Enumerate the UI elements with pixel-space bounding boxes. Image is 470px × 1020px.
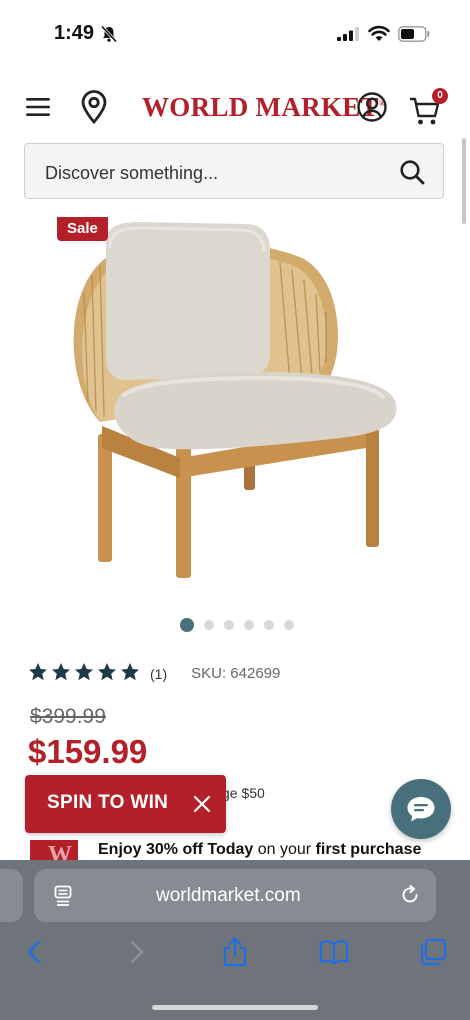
reload-icon[interactable] bbox=[400, 885, 420, 905]
carousel-dot[interactable] bbox=[244, 620, 254, 630]
carousel-dot[interactable] bbox=[224, 620, 234, 630]
carousel-dot[interactable] bbox=[284, 620, 294, 630]
page-scrollbar[interactable] bbox=[462, 138, 466, 224]
status-time: 1:49 bbox=[54, 22, 95, 44]
battery-icon bbox=[398, 26, 430, 42]
page-menu-icon[interactable] bbox=[54, 885, 72, 907]
location-pin-icon[interactable] bbox=[80, 90, 108, 124]
star-icon bbox=[121, 663, 139, 681]
sku-text: SKU: 642699 bbox=[191, 664, 281, 682]
brand-name: WORLD MARKET bbox=[142, 92, 379, 122]
star-icon bbox=[52, 663, 70, 681]
search-bar bbox=[24, 143, 444, 199]
rating-stars[interactable] bbox=[28, 662, 140, 682]
menu-icon[interactable] bbox=[24, 94, 52, 120]
close-icon[interactable] bbox=[192, 794, 212, 814]
promo-banner[interactable]: Enjoy 30% off Today on your first purcha… bbox=[98, 841, 421, 859]
url-text: worldmarket.com bbox=[156, 885, 301, 906]
search-input[interactable] bbox=[43, 158, 387, 188]
carousel-dots bbox=[180, 618, 294, 632]
account-icon[interactable] bbox=[356, 91, 388, 123]
star-icon bbox=[29, 663, 47, 681]
carousel-dot[interactable] bbox=[204, 620, 214, 630]
cart-button[interactable]: 0 bbox=[408, 88, 448, 126]
sale-price: $159.99 bbox=[28, 733, 148, 770]
rating-row: (1) SKU: 642699 bbox=[28, 662, 280, 682]
spin-to-win-button[interactable]: SPIN TO WIN bbox=[25, 775, 226, 833]
signal-icon bbox=[337, 27, 359, 41]
star-icon bbox=[98, 663, 116, 681]
bookmarks-icon[interactable] bbox=[319, 937, 349, 967]
promo-connector: on your bbox=[253, 841, 316, 858]
search-icon[interactable] bbox=[399, 159, 425, 185]
wifi-icon bbox=[368, 25, 390, 41]
previous-tab-peek[interactable] bbox=[0, 869, 23, 922]
back-icon[interactable] bbox=[20, 937, 50, 967]
brand-logo[interactable]: WORLD MARKET® bbox=[142, 92, 385, 123]
sale-badge: Sale bbox=[57, 217, 108, 241]
tabs-icon[interactable] bbox=[418, 937, 448, 967]
original-price: $399.99 bbox=[30, 705, 106, 728]
chat-button[interactable] bbox=[391, 779, 451, 839]
chat-icon bbox=[407, 797, 435, 822]
forward-icon[interactable] bbox=[121, 937, 151, 967]
spin-to-win-label: SPIN TO WIN bbox=[47, 792, 169, 813]
promo-first-purchase: first purchase bbox=[315, 841, 422, 858]
address-bar[interactable]: worldmarket.com bbox=[34, 869, 436, 922]
star-icon bbox=[75, 663, 93, 681]
promo-offer: Enjoy 30% off Today bbox=[98, 841, 254, 858]
product-image[interactable] bbox=[40, 212, 430, 612]
carousel-dot[interactable] bbox=[180, 618, 194, 632]
bell-off-icon bbox=[100, 25, 118, 43]
carousel-dot[interactable] bbox=[264, 620, 274, 630]
review-count[interactable]: (1) bbox=[150, 666, 167, 682]
share-icon[interactable] bbox=[220, 937, 250, 967]
offer-text-partial: ge $50 bbox=[222, 785, 265, 801]
home-indicator[interactable] bbox=[152, 1005, 318, 1010]
cart-count-badge: 0 bbox=[432, 88, 448, 104]
